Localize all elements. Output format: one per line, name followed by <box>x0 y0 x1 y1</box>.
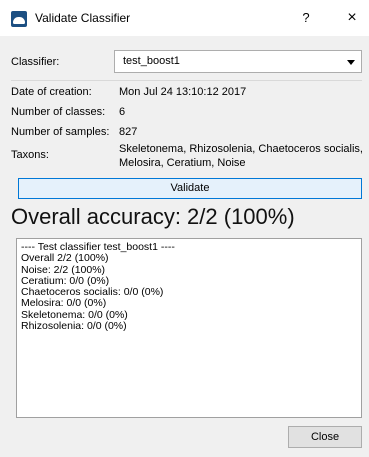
number-of-classes-value: 6 <box>119 106 126 118</box>
classifier-dropdown[interactable]: test_boost1 <box>114 50 362 73</box>
help-button[interactable]: ? <box>296 8 316 28</box>
log-line: Overall 2/2 (100%) <box>21 252 109 265</box>
classifier-selected-value: test_boost1 <box>123 55 180 67</box>
divider <box>11 80 362 81</box>
results-log[interactable]: ---- Test classifier test_boost1 ---- Ov… <box>16 238 362 418</box>
number-of-classes-label: Number of classes: <box>11 106 106 118</box>
overall-accuracy: Overall accuracy: 2/2 (100%) <box>11 204 295 229</box>
date-of-creation-label: Date of creation: <box>11 86 92 98</box>
taxons-value: Skeletonema, Rhizosolenia, Chaetoceros s… <box>119 143 363 169</box>
title-bar: Validate Classifier ? × <box>0 0 369 36</box>
chevron-down-icon <box>347 60 355 65</box>
window-title: Validate Classifier <box>35 11 131 25</box>
date-of-creation-value: Mon Jul 24 13:10:12 2017 <box>119 86 247 98</box>
number-of-samples-value: 827 <box>119 126 138 138</box>
taxons-label: Taxons: <box>11 149 49 161</box>
validate-button[interactable]: Validate <box>18 178 362 199</box>
classifier-label: Classifier: <box>11 56 60 68</box>
log-line: Rhizosolenia: 0/0 (0%) <box>21 320 127 333</box>
number-of-samples-label: Number of samples: <box>11 126 110 138</box>
close-button[interactable]: Close <box>288 426 362 448</box>
close-window-icon[interactable]: × <box>342 8 362 28</box>
app-icon <box>11 11 27 27</box>
